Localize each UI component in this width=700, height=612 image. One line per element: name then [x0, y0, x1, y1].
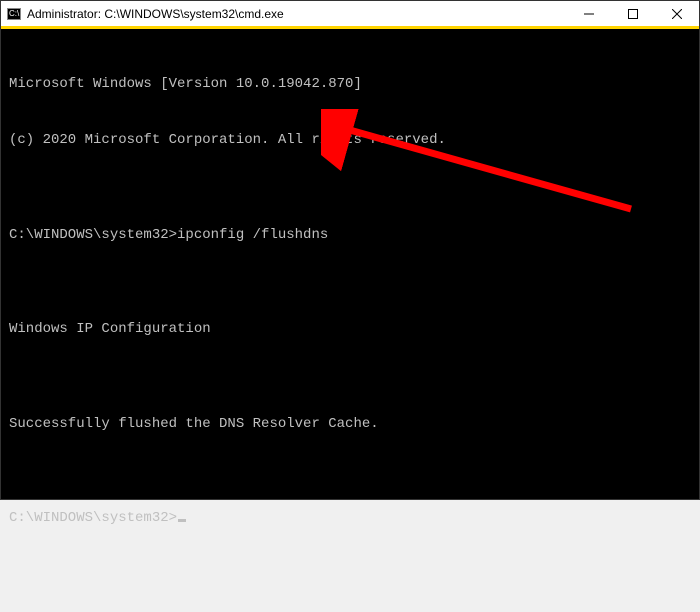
cmd-icon: C:\: [7, 8, 21, 20]
command-line: C:\WINDOWS\system32>ipconfig /flushdns: [9, 226, 691, 245]
close-icon: [672, 9, 682, 19]
cursor: [178, 519, 186, 522]
window-title: Administrator: C:\WINDOWS\system32\cmd.e…: [27, 7, 284, 21]
maximize-icon: [628, 9, 638, 19]
copyright-line: (c) 2020 Microsoft Corporation. All righ…: [9, 131, 691, 150]
config-heading-line: Windows IP Configuration: [9, 320, 691, 339]
version-line: Microsoft Windows [Version 10.0.19042.87…: [9, 75, 691, 94]
cmd-window: C:\ Administrator: C:\WINDOWS\system32\c…: [0, 0, 700, 500]
titlebar[interactable]: C:\ Administrator: C:\WINDOWS\system32\c…: [1, 1, 699, 29]
maximize-button[interactable]: [611, 1, 655, 26]
annotation-arrow: [321, 109, 651, 229]
close-button[interactable]: [655, 1, 699, 26]
terminal-area[interactable]: Microsoft Windows [Version 10.0.19042.87…: [1, 29, 699, 612]
result-line: Successfully flushed the DNS Resolver Ca…: [9, 415, 691, 434]
minimize-button[interactable]: [567, 1, 611, 26]
window-controls: [567, 1, 699, 26]
titlebar-left: C:\ Administrator: C:\WINDOWS\system32\c…: [7, 7, 284, 21]
prompt-line[interactable]: C:\WINDOWS\system32>: [9, 509, 691, 528]
prompt-text: C:\WINDOWS\system32>: [9, 510, 177, 526]
minimize-icon: [584, 9, 594, 19]
